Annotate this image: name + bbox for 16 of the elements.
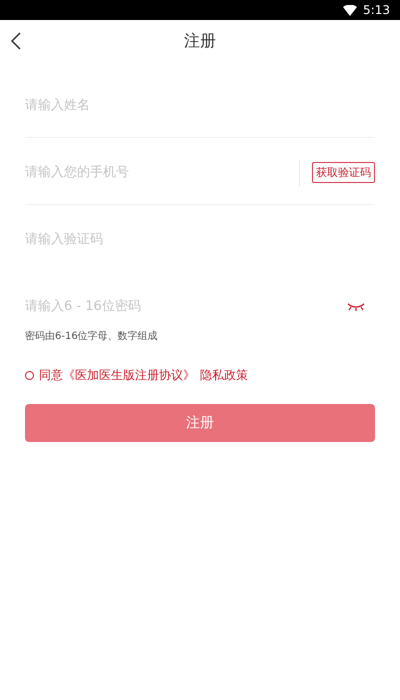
password-hint: 密码由6-16位字母、数字组成	[25, 330, 159, 343]
password-field[interactable]: 请输入6 - 16位密码	[25, 299, 347, 314]
wifi-icon	[343, 4, 358, 16]
register-button[interactable]: 注册	[25, 404, 375, 442]
closed-eye-icon[interactable]	[347, 302, 365, 311]
status-time: 5:13	[363, 3, 390, 17]
get-code-button[interactable]: 获取验证码	[312, 162, 375, 183]
agree-radio[interactable]	[25, 371, 34, 380]
back-icon[interactable]	[10, 31, 22, 51]
agree-label: 同意	[39, 367, 63, 384]
phone-field[interactable]: 请输入您的手机号	[25, 165, 299, 180]
page-title: 注册	[184, 30, 216, 52]
input-field[interactable]: 请输入姓名	[25, 98, 375, 113]
input-field[interactable]: 请输入验证码	[25, 232, 375, 247]
terms-link[interactable]: 《医加医生版注册协议》	[63, 367, 195, 384]
privacy-link[interactable]: 隐私政策	[200, 367, 248, 384]
